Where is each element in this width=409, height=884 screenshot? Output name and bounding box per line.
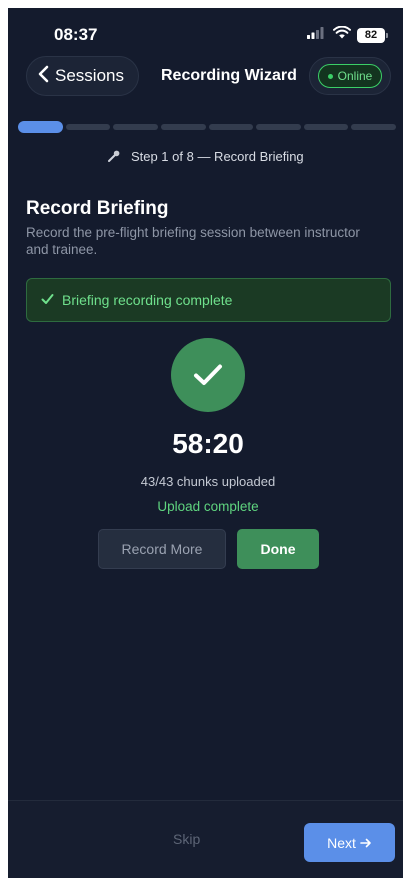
progress-segment (18, 121, 63, 133)
arrow-right-icon (360, 835, 372, 851)
chevron-left-icon (37, 65, 49, 88)
chunks-upload-count: 43/43 chunks uploaded (140, 474, 276, 489)
progress-segment (113, 124, 158, 130)
next-button[interactable]: Next (304, 823, 395, 862)
status-badge-label: Online (337, 69, 373, 83)
status-badge: Online (317, 64, 383, 88)
progress-segment (303, 124, 349, 130)
check-circle-icon (171, 338, 245, 412)
done-button[interactable]: Done (237, 529, 319, 569)
microphone-icon (107, 149, 121, 166)
signal-icon (307, 26, 327, 44)
upload-status: Upload complete (157, 499, 259, 514)
step-indicator: Step 1 of 8 — Record Briefing (8, 149, 403, 166)
recording-timer: 58:20 (172, 428, 244, 459)
wifi-icon (333, 25, 351, 44)
battery-indicator: 82 (357, 27, 388, 43)
connection-status: Online (309, 57, 391, 95)
record-more-button[interactable]: Record More (98, 529, 226, 569)
skip-button[interactable]: Skip (173, 831, 200, 847)
checkmark-icon (41, 292, 54, 308)
success-banner: Briefing recording complete (26, 278, 391, 322)
phone-screen: 08:37 82 Sessions Recording Wizard Onlin… (8, 8, 403, 878)
status-icons: 82 (307, 25, 388, 44)
page-title: Record Briefing (26, 198, 169, 219)
footer-bar: Skip Next (8, 800, 403, 878)
progress-segment (160, 124, 206, 130)
status-dot-icon (327, 73, 333, 79)
progress-segment (208, 124, 254, 130)
banner-text: Briefing recording complete (62, 292, 233, 308)
step-progress-bar (18, 121, 396, 133)
back-label: Sessions (55, 66, 124, 85)
step-label: Step 1 of 8 — Record Briefing (130, 149, 304, 164)
back-button[interactable]: Sessions (26, 56, 139, 96)
nav-bar: Sessions Recording Wizard Online (8, 54, 403, 100)
next-label: Next (327, 834, 356, 851)
status-bar: 08:37 82 (8, 8, 403, 52)
status-time: 08:37 (54, 25, 98, 44)
progress-segment (256, 124, 301, 130)
page-description: Record the pre-flight briefing session b… (26, 225, 360, 257)
progress-segment (65, 124, 111, 130)
page-header-title: Recording Wizard (161, 67, 297, 84)
progress-segment (351, 124, 396, 130)
